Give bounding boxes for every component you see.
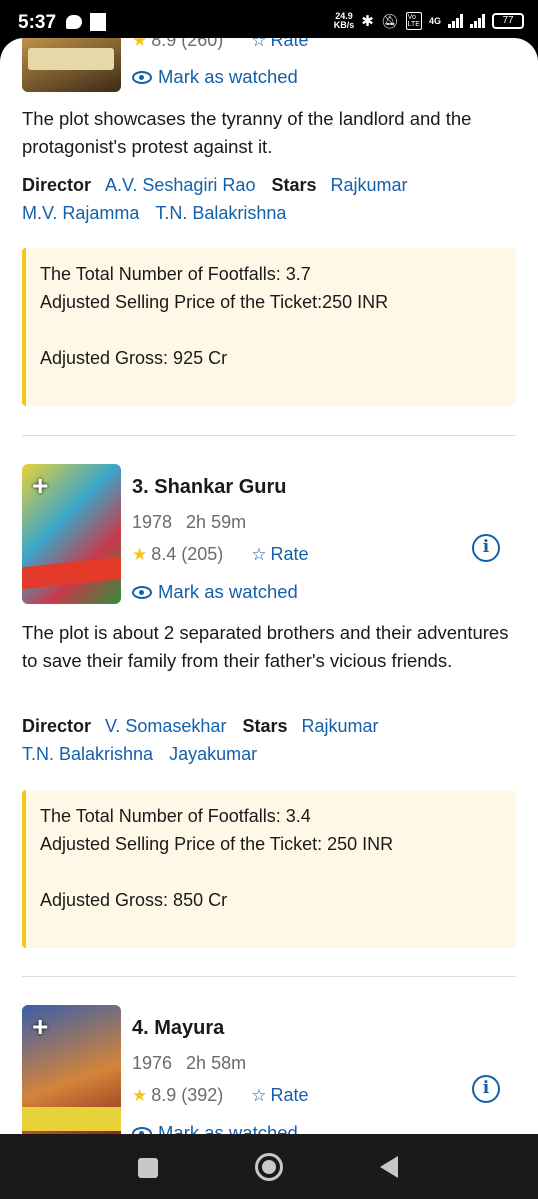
movie-title[interactable]: 3. Shankar Guru [132,476,287,499]
signal-icon [448,14,463,28]
back-button[interactable] [380,1156,398,1178]
star-outline-icon: ☆ [251,38,267,50]
info-icon[interactable]: i [472,534,500,562]
mute-icon: 🔕︎ [380,12,399,29]
star-link[interactable]: T.N. Balakrishna [22,744,153,764]
plot-summary: The plot is about 2 separated brothers a… [22,622,509,671]
recents-button[interactable] [138,1158,158,1178]
divider [22,976,516,977]
info-icon[interactable]: i [472,1075,500,1103]
star-outline-icon: ☆ [251,545,267,564]
mark-as-watched-button[interactable]: Mark as watched [132,1122,298,1134]
mark-as-watched-button[interactable]: Mark as watched [132,66,298,88]
divider [22,435,516,436]
eye-icon [132,70,152,84]
star-icon: ★ [132,544,148,564]
movie-poster[interactable]: + [22,464,121,604]
rating: ★ 8.9 (260) ☆ Rate [132,38,309,51]
star-icon: ★ [132,38,148,50]
star-outline-icon: ☆ [251,1086,267,1105]
bluetooth-icon: ✱ [361,13,374,30]
gross-info-box: The Total Number of Footfalls: 3.7 Adjus… [22,248,516,406]
star-link[interactable]: Rajkumar [301,716,378,736]
star-link[interactable]: T.N. Balakrishna [155,203,286,223]
system-nav-bar [0,1134,538,1199]
home-button[interactable] [255,1153,283,1181]
movie-meta: 1976 2h 58m [132,1053,247,1073]
mark-as-watched-button[interactable]: Mark as watched [132,581,298,603]
star-link[interactable]: M.V. Rajamma [22,203,139,223]
signal-icon-2 [470,14,485,28]
rate-button[interactable]: ☆ Rate [251,1085,308,1106]
status-time: 5:37 [18,12,57,33]
app-notification-icon [90,13,106,31]
movie-title[interactable]: 4. Mayura [132,1017,224,1040]
add-to-watchlist-icon[interactable]: + [32,1011,48,1043]
movie-list[interactable]: ★ 8.9 (260) ☆ Rate Mark as watched The pl… [0,38,538,1134]
credits: Director V. Somasekhar Stars Rajkumar T.N. B… [22,716,379,764]
volte-icon: Vo LTE [405,12,422,30]
gross-info-box: The Total Number of Footfalls: 3.4 Adjus… [22,790,516,948]
add-to-watchlist-icon[interactable]: + [32,470,48,502]
star-link[interactable]: Rajkumar [331,175,408,195]
network-type: 4G [428,16,441,26]
rate-button[interactable]: ☆ Rate [251,38,308,51]
rating: ★ 8.4 (205) ☆ Rate [132,544,309,565]
star-icon: ★ [132,1085,148,1105]
eye-icon [132,1126,152,1134]
director-link[interactable]: A.V. Seshagiri Rao [105,175,255,195]
chat-notification-icon [66,15,82,29]
star-link[interactable]: Jayakumar [169,744,257,764]
eye-icon [132,585,152,599]
movie-meta: 1978 2h 59m [132,512,247,532]
movie-poster[interactable]: + [22,1005,121,1134]
director-link[interactable]: V. Somasekhar [105,716,226,736]
credits: Director A.V. Seshagiri Rao Stars Rajkumar M… [22,175,408,223]
movie-poster[interactable] [22,38,121,92]
battery-icon: 77 [492,13,524,29]
network-speed: 24.9 KB/s [333,11,355,30]
rate-button[interactable]: ☆ Rate [251,544,308,565]
plot-summary: The plot showcases the tyranny of the la… [22,108,472,157]
rating: ★ 8.9 (392) ☆ Rate [132,1085,309,1106]
